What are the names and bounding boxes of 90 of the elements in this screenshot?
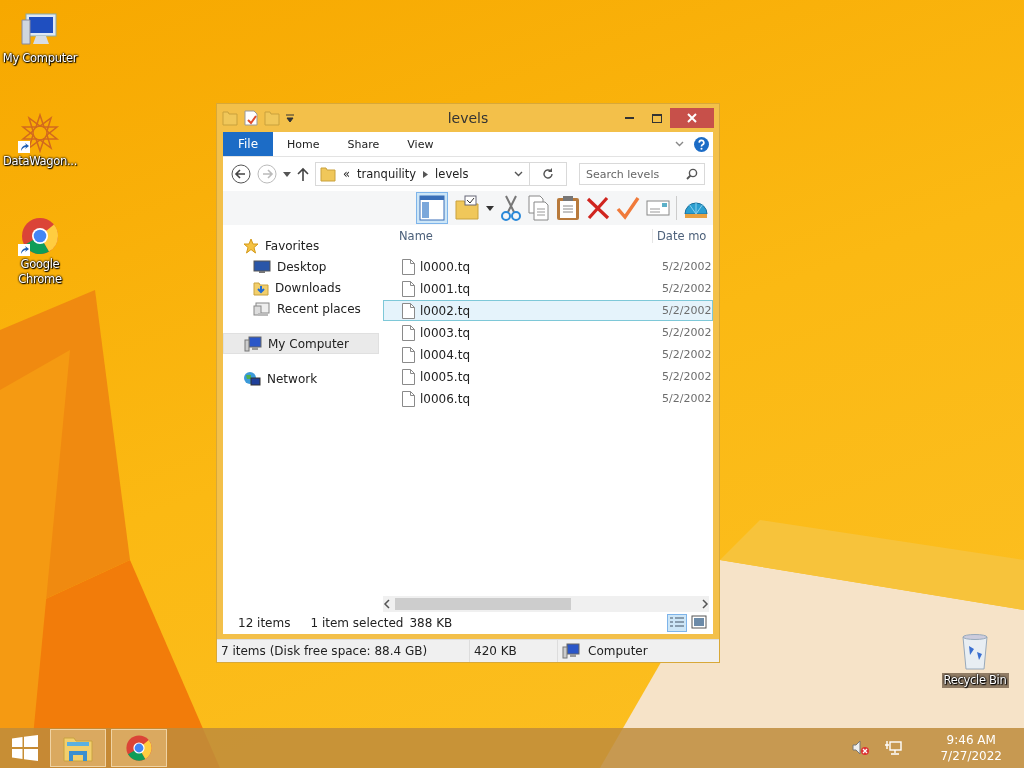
selection-info: 1 item selected xyxy=(310,616,404,630)
up-arrow-icon[interactable] xyxy=(297,167,309,181)
thumbnail-view-icon[interactable] xyxy=(691,614,707,630)
download-folder-icon xyxy=(253,279,269,296)
file-icon xyxy=(402,280,415,297)
chrome-icon xyxy=(20,216,60,256)
status-text: 7 items (Disk free space: 88.4 GB) xyxy=(220,643,429,660)
maximize-icon xyxy=(651,113,662,123)
star-emblem-icon xyxy=(20,113,60,153)
refresh-icon[interactable] xyxy=(542,168,554,180)
column-header[interactable]: Date mo xyxy=(652,229,713,243)
details-view-button[interactable] xyxy=(667,614,687,632)
folder-icon xyxy=(222,110,238,126)
window-title: levels xyxy=(447,110,489,126)
desktop-icon-label[interactable]: Recycle Bin xyxy=(941,673,1009,688)
recent-places-icon xyxy=(253,300,271,317)
folder-checkbox-icon[interactable] xyxy=(454,195,480,221)
file-row[interactable]: l0001.tq 5/2/2002 xyxy=(383,278,713,299)
windows-logo-icon[interactable] xyxy=(12,735,38,761)
copy-icon[interactable] xyxy=(528,195,550,221)
file-row[interactable]: l0003.tq 5/2/2002 xyxy=(383,322,713,343)
chrome-icon xyxy=(125,734,153,762)
shortcut-arrow-icon xyxy=(18,244,30,256)
file-icon xyxy=(402,368,415,385)
status-size: 420 KB xyxy=(469,640,557,662)
minimize-icon xyxy=(625,117,634,119)
computer-icon xyxy=(244,335,262,352)
shortcut-arrow-icon xyxy=(18,141,30,153)
file-row[interactable]: l0002.tq 5/2/2002 xyxy=(383,300,713,321)
network-globe-icon xyxy=(243,370,261,387)
breadcrumb[interactable]: tranquility xyxy=(357,167,417,181)
nav-item[interactable]: Desktop xyxy=(223,256,379,277)
folder-icon xyxy=(320,166,336,182)
scroll-left-icon[interactable] xyxy=(383,599,391,609)
column-header[interactable]: Name xyxy=(383,229,652,243)
clipboard-icon[interactable] xyxy=(556,195,580,221)
taskbar-button[interactable] xyxy=(50,729,106,767)
pane-layout-icon xyxy=(419,195,445,221)
breadcrumb[interactable]: levels xyxy=(435,167,469,181)
nav-item[interactable]: Downloads xyxy=(223,277,379,298)
file-icon xyxy=(402,346,415,363)
file-explorer-icon xyxy=(63,734,93,762)
nav-item[interactable]: Network xyxy=(223,368,379,389)
scissors-icon[interactable] xyxy=(500,195,522,221)
search-field[interactable]: Search levels xyxy=(579,163,705,185)
file-icon xyxy=(402,324,415,341)
properties-icon[interactable] xyxy=(244,110,258,126)
file-icon xyxy=(402,390,415,407)
card-icon[interactable] xyxy=(646,198,670,218)
folder-icon xyxy=(264,110,280,126)
chevron-down-icon[interactable] xyxy=(514,171,523,177)
file-row[interactable]: l0005.tq 5/2/2002 xyxy=(383,366,713,387)
cross-icon[interactable] xyxy=(586,196,610,220)
checkmark-icon[interactable] xyxy=(616,196,640,220)
nav-item[interactable]: Recent places xyxy=(223,298,379,319)
address-bar[interactable]: « tranquility levels xyxy=(315,162,567,186)
nav-item[interactable]: My Computer xyxy=(223,333,379,354)
close-icon xyxy=(687,113,697,123)
file-menu-tab[interactable]: File xyxy=(223,132,274,156)
dropdown-icon[interactable] xyxy=(286,114,294,122)
item-count: 12 items xyxy=(238,616,291,630)
star-icon xyxy=(243,237,259,254)
file-icon xyxy=(402,258,415,275)
network-icon[interactable] xyxy=(884,740,903,756)
ribbon-tab[interactable]: Home xyxy=(273,132,334,156)
back-icon[interactable] xyxy=(231,164,251,184)
chevron-down-icon[interactable] xyxy=(675,141,684,147)
chevron-icon xyxy=(423,170,429,178)
scroll-right-icon[interactable] xyxy=(701,599,709,609)
search-icon xyxy=(686,168,698,180)
selection-size: 388 KB xyxy=(409,616,453,630)
nav-item[interactable]: Favorites xyxy=(223,235,379,256)
taskbar-button[interactable] xyxy=(111,729,167,767)
ribbon-tab[interactable]: View xyxy=(393,132,448,156)
breadcrumb-overflow[interactable]: « xyxy=(343,167,351,181)
computer-icon xyxy=(562,643,580,659)
horizontal-scrollbar[interactable] xyxy=(383,596,709,612)
ribbon-tab[interactable]: Share xyxy=(333,132,394,156)
file-row[interactable]: l0006.tq 5/2/2002 xyxy=(383,388,713,409)
help-icon[interactable] xyxy=(694,136,709,152)
caret-icon[interactable] xyxy=(283,171,291,177)
status-location: Computer xyxy=(587,643,648,660)
layout-pane-button[interactable] xyxy=(416,192,448,224)
file-row[interactable]: l0000.tq 5/2/2002 xyxy=(383,256,713,277)
file-row[interactable]: l0004.tq 5/2/2002 xyxy=(383,344,713,365)
monitor-icon xyxy=(253,259,271,274)
caret-icon[interactable] xyxy=(486,205,494,211)
close-button[interactable] xyxy=(670,108,714,128)
muted-speaker-icon[interactable] xyxy=(852,740,871,756)
file-icon xyxy=(402,302,415,319)
